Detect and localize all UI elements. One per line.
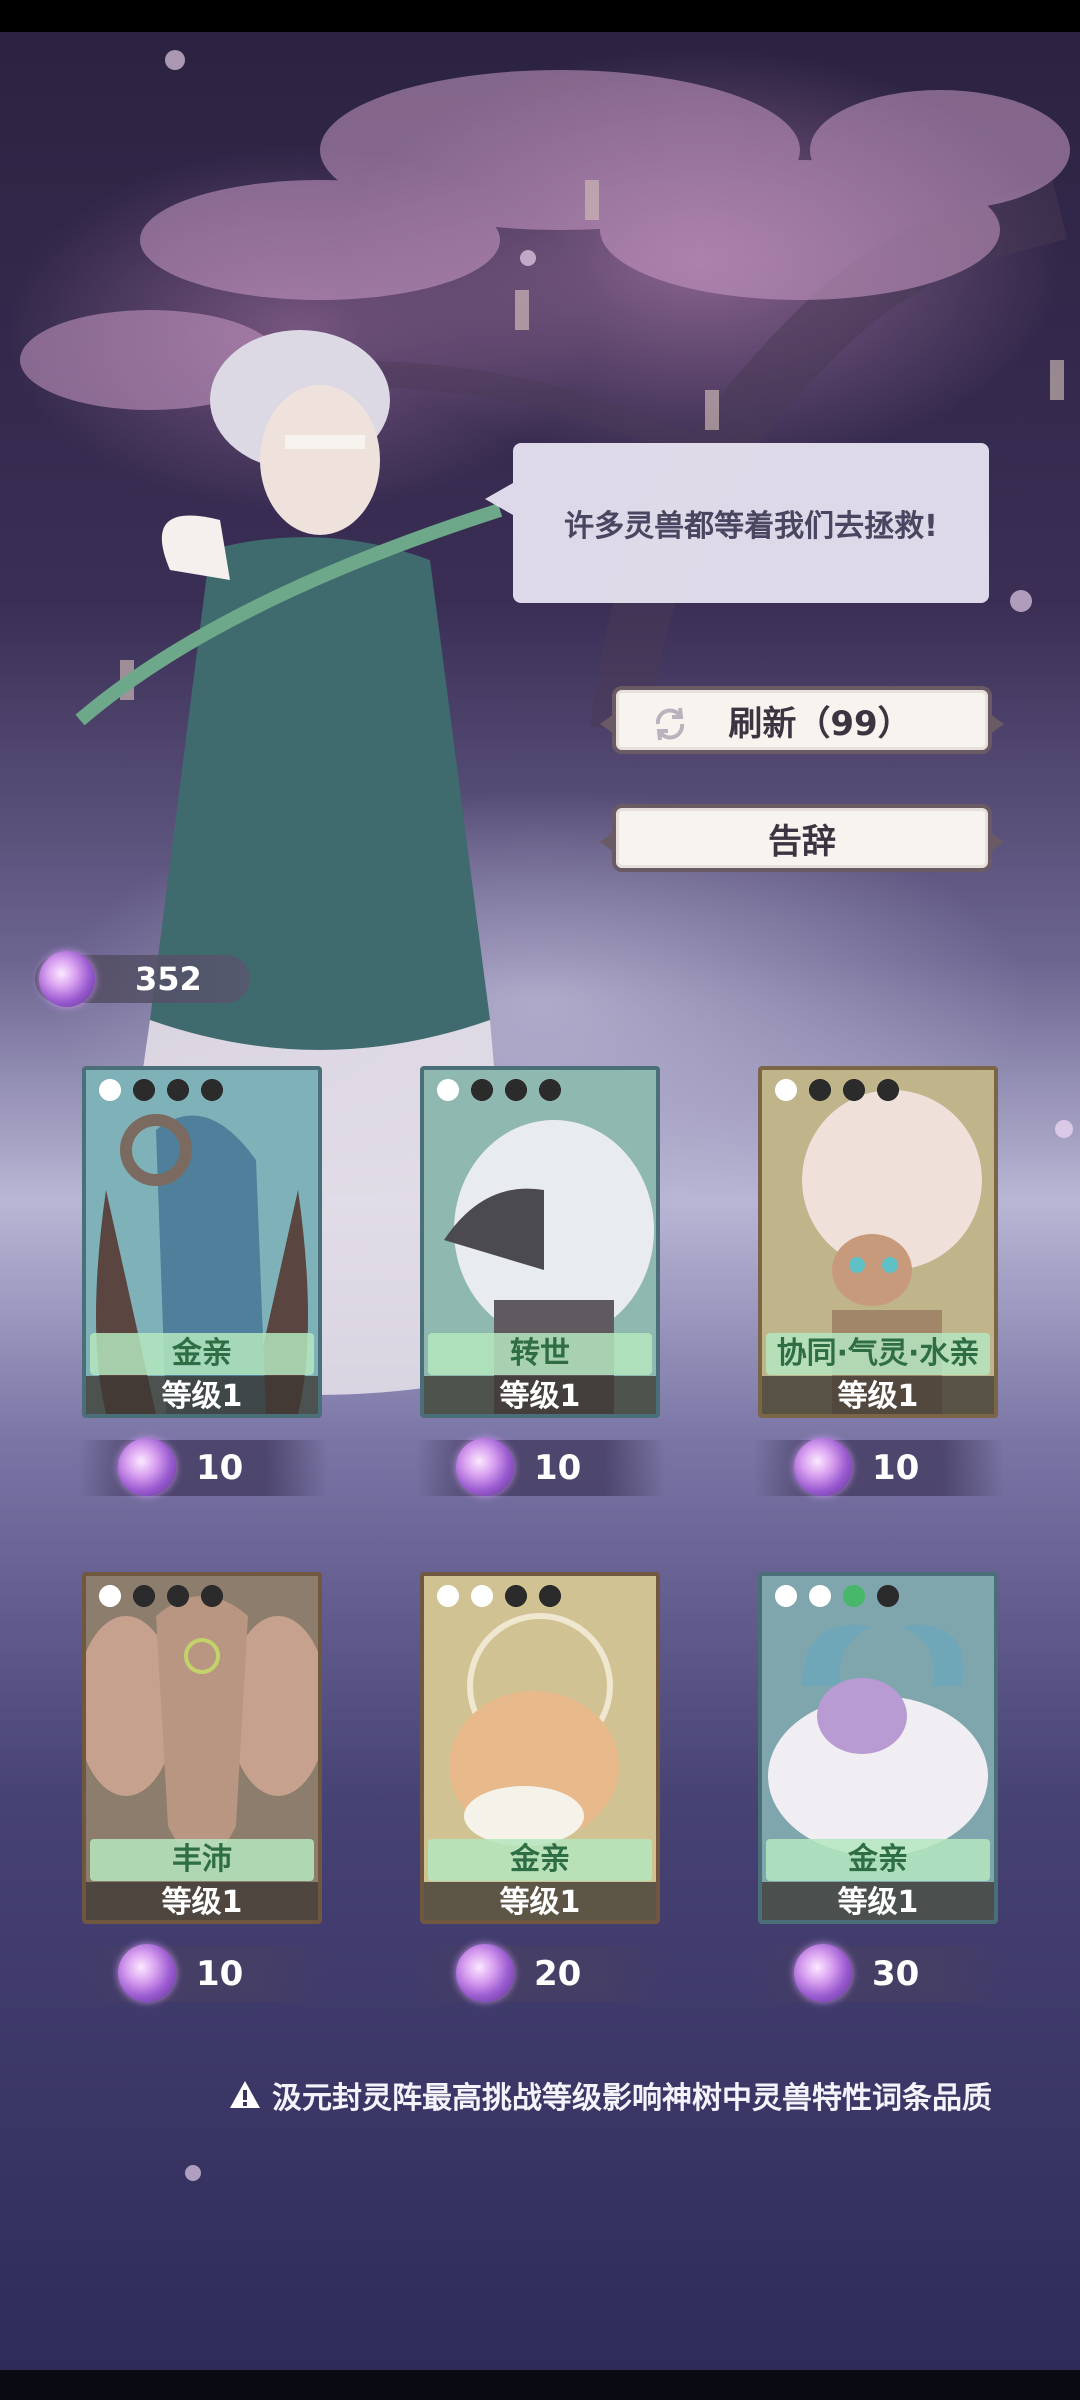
card-trait: 转世 [428, 1333, 652, 1375]
paw-icon [468, 1076, 496, 1104]
beast-card-1[interactable]: 金亲 等级1 [82, 1066, 322, 1418]
currency-amount: 352 [135, 960, 202, 998]
card-trait: 协同·气灵·水亲 [766, 1333, 990, 1375]
spirit-orb-icon [118, 1944, 176, 2002]
paw-icon [502, 1582, 530, 1610]
card-trait: 丰沛 [90, 1839, 314, 1881]
sparkle [1010, 590, 1032, 612]
paw-icon [198, 1076, 226, 1104]
sparkle [1055, 1120, 1073, 1138]
rarity-paws [434, 1076, 564, 1104]
card-trait: 金亲 [428, 1839, 652, 1881]
card-level: 等级1 [762, 1376, 994, 1414]
paw-icon [434, 1582, 462, 1610]
paw-icon [772, 1076, 800, 1104]
card-cost-4: 10 [78, 1944, 328, 2002]
notice-banner: 汲元封灵阵最高挑战等级影响神树中灵兽特性词条品质 [228, 2070, 1048, 2120]
cost-value: 20 [534, 1954, 582, 1994]
paw-icon [130, 1076, 158, 1104]
rarity-paws [772, 1076, 902, 1104]
warning-icon [230, 2081, 260, 2108]
rarity-paws [96, 1076, 226, 1104]
paw-icon [130, 1582, 158, 1610]
cost-value: 10 [196, 1954, 244, 1994]
cost-value: 10 [534, 1448, 582, 1488]
card-level: 等级1 [86, 1882, 318, 1920]
leave-label: 告辞 [768, 821, 836, 862]
beast-card-3[interactable]: 协同·气灵·水亲 等级1 [758, 1066, 998, 1418]
paw-icon [96, 1076, 124, 1104]
navigation-bar [0, 2370, 1080, 2400]
card-level: 等级1 [762, 1882, 994, 1920]
paw-icon [536, 1076, 564, 1104]
sparkle [520, 250, 536, 266]
paw-icon [840, 1582, 868, 1610]
button-ornament-right [990, 832, 1004, 852]
status-bar [0, 0, 1080, 32]
paw-icon [806, 1076, 834, 1104]
paw-icon [96, 1582, 124, 1610]
beast-card-6[interactable]: 金亲 等级1 [758, 1572, 998, 1924]
spirit-orb-icon [794, 1438, 852, 1496]
speech-bubble: 许多灵兽都等着我们去拯救! [485, 443, 989, 603]
cost-value: 30 [872, 1954, 920, 1994]
paw-icon [874, 1076, 902, 1104]
cost-value: 10 [872, 1448, 920, 1488]
card-cost-5: 20 [416, 1944, 666, 2002]
paw-icon [840, 1076, 868, 1104]
beast-card-2[interactable]: 转世 等级1 [420, 1066, 660, 1418]
cost-value: 10 [196, 1448, 244, 1488]
refresh-button[interactable]: 刷新（99） [600, 686, 1004, 754]
card-trait: 金亲 [90, 1333, 314, 1375]
rarity-paws [96, 1582, 226, 1610]
paw-icon [164, 1582, 192, 1610]
currency-display: 352 [35, 951, 250, 1007]
card-cost-2: 10 [416, 1438, 666, 1496]
spirit-orb-icon [456, 1438, 514, 1496]
beast-card-5[interactable]: 金亲 等级1 [420, 1572, 660, 1924]
sparkle [185, 2165, 201, 2181]
card-level: 等级1 [86, 1376, 318, 1414]
leave-button[interactable]: 告辞 [600, 804, 1004, 872]
button-ornament-left [600, 714, 614, 734]
notice-text: 汲元封灵阵最高挑战等级影响神树中灵兽特性词条品质 [272, 2081, 992, 2116]
rarity-paws [434, 1582, 564, 1610]
spirit-orb-icon [794, 1944, 852, 2002]
card-cost-3: 10 [754, 1438, 1004, 1496]
paw-icon [434, 1076, 462, 1104]
card-level: 等级1 [424, 1882, 656, 1920]
dialogue-text: 许多灵兽都等着我们去拯救! [564, 509, 938, 544]
card-cost-1: 10 [78, 1438, 328, 1496]
beast-card-4[interactable]: 丰沛 等级1 [82, 1572, 322, 1924]
paw-icon [536, 1582, 564, 1610]
refresh-icon [655, 707, 685, 741]
paw-icon [772, 1582, 800, 1610]
paw-icon [874, 1582, 902, 1610]
paw-icon [198, 1582, 226, 1610]
spirit-orb-icon [456, 1944, 514, 2002]
rarity-paws [772, 1582, 902, 1610]
card-trait: 金亲 [766, 1839, 990, 1881]
paw-icon [164, 1076, 192, 1104]
button-ornament-left [600, 832, 614, 852]
spirit-orb-icon [118, 1438, 176, 1496]
refresh-label: 刷新（99） [728, 703, 912, 744]
paw-icon [806, 1582, 834, 1610]
sparkle [165, 50, 185, 70]
spirit-orb-icon [39, 951, 95, 1007]
card-level: 等级1 [424, 1376, 656, 1414]
paw-icon [502, 1076, 530, 1104]
button-ornament-right [990, 714, 1004, 734]
card-cost-6: 30 [754, 1944, 1004, 2002]
paw-icon [468, 1582, 496, 1610]
